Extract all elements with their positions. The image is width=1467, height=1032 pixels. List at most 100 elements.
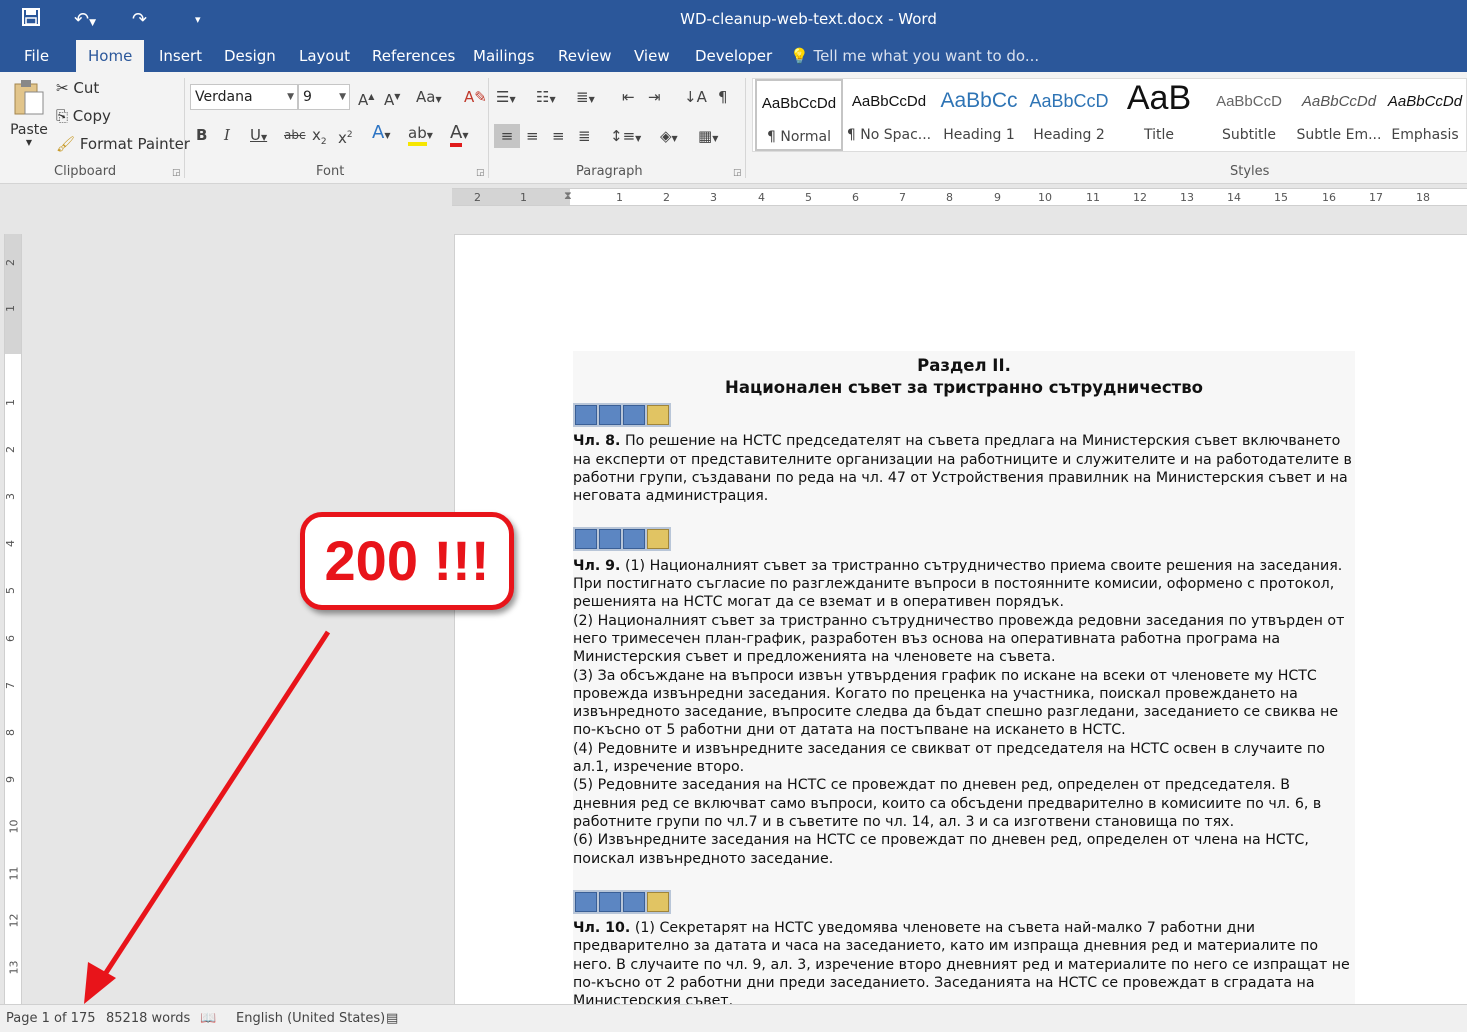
dialog-launcher-icon[interactable]: ◲ [476,168,485,178]
clear-formatting-icon[interactable]: A✎ [464,88,487,106]
italic-icon[interactable]: I [224,126,230,144]
window-title: WD-cleanup-web-text.docx - Word [680,10,937,28]
book-icon [599,891,621,912]
web-icon-bar [573,527,671,552]
language-indicator[interactable]: English (United States) [236,1011,385,1026]
tab-mailings[interactable]: Mailings [461,40,546,72]
change-case-icon[interactable]: Aa▼ [416,88,442,109]
font-family-select[interactable]: Verdana ▼ [190,84,298,110]
underline-icon[interactable]: U▼ [250,126,267,147]
compare-icon [623,405,645,425]
document-body[interactable]: Раздел II. Национален съвет за тристранн… [573,351,1355,1004]
article-10: Чл. 10. (1) Секретарят на НСТС уведомява… [573,920,1350,1004]
cut-button[interactable]: ✂ Cut [56,79,99,97]
show-formatting-icon[interactable]: ¶ [718,88,728,106]
line-spacing-icon[interactable]: ↕≡▼ [610,127,641,148]
tab-review[interactable]: Review [546,40,624,72]
word-count[interactable]: 85218 words [106,1011,190,1026]
ribbon-home: Paste ▼ ✂ Cut ⎘ Copy 🖌 Format Painter Cl… [0,72,1467,184]
increase-indent-icon[interactable]: ⇥ [648,88,661,106]
edit-icon [647,891,669,912]
styles-gallery: AaBbCcDd ¶ Normal AaBbCcDd ¶ No Spac... … [752,78,1467,152]
dialog-launcher-icon[interactable]: ◲ [733,168,742,178]
lightbulb-icon: 💡 [790,47,809,65]
style-heading-2[interactable]: AaBbCcD Heading 2 [1025,79,1113,151]
shading-icon[interactable]: ◈▼ [660,127,678,148]
sort-icon[interactable]: ↓A [684,88,707,106]
subscript-icon[interactable]: x2 [312,126,327,151]
style-normal[interactable]: AaBbCcDd ¶ Normal [755,79,843,151]
font-group-label: Font [316,164,345,179]
borders-icon[interactable]: ▦▼ [698,127,718,148]
align-right-icon[interactable]: ≡ [552,127,565,145]
format-painter-button[interactable]: 🖌 Format Painter [56,135,190,153]
style-no-spacing[interactable]: AaBbCcDd ¶ No Spac... [845,79,933,151]
font-color-icon[interactable]: A▼ [450,122,468,147]
document-icon [575,405,597,425]
ruler-margin [452,189,570,205]
align-center-icon[interactable]: ≡ [526,127,539,145]
paste-button[interactable]: Paste ▼ [8,78,50,156]
style-heading-1[interactable]: AaBbCc Heading 1 [935,79,1023,151]
horizontal-ruler[interactable]: 2 1 1 2 3 4 5 6 7 8 9 10 11 12 13 14 15 … [452,188,1467,206]
copy-button[interactable]: ⎘ Copy [56,107,111,125]
numbering-icon[interactable]: ☷▼ [536,88,556,109]
document-icon [575,891,597,912]
ribbon-tabs: File Home Insert Design Layout Reference… [0,40,1467,72]
decrease-indent-icon[interactable]: ⇤ [622,88,635,106]
tab-layout[interactable]: Layout [287,40,362,72]
shrink-font-icon[interactable]: A▼ [384,88,400,109]
tab-file[interactable]: File [12,40,61,72]
tab-insert[interactable]: Insert [147,40,214,72]
vertical-ruler[interactable]: 2 1 1 2 3 4 5 6 7 8 9 10 11 12 13 [4,234,22,1004]
strikethrough-icon[interactable]: abc [284,126,306,144]
title-bar: ↶▼ ↷ ▾ WD-cleanup-web-text.docx - Word [0,0,1467,40]
chevron-down-icon: ▼ [25,138,33,147]
document-icon [575,529,597,550]
indent-marker-icon[interactable]: ⧗ [564,189,572,203]
article-9-p3: (3) За обсъждане на въпроси извън утвърд… [573,667,1339,739]
style-subtitle[interactable]: AaBbCcD Subtitle [1205,79,1293,151]
book-icon [599,529,621,550]
clipboard-group-label: Clipboard [54,164,117,179]
justify-icon[interactable]: ≣ [578,127,591,145]
tab-view[interactable]: View [622,40,682,72]
superscript-icon[interactable]: x2 [338,126,353,147]
article-9-p5: (5) Редовните заседания на НСТС се прове… [573,777,1322,830]
paragraph-group-label: Paragraph [576,164,643,179]
page-count[interactable]: Page 1 of 175 [6,1011,95,1026]
style-emphasis[interactable]: AaBbCcDd Emphasis [1381,79,1467,151]
highlight-icon[interactable]: ab▼ [408,124,433,146]
web-icon-bar [573,889,671,914]
compare-icon [623,529,645,550]
align-left-icon[interactable]: ≡ [494,124,520,148]
copy-icon: ⎘ [56,107,69,125]
tell-me-search[interactable]: 💡 Tell me what you want to do... [790,40,1039,72]
text-effects-icon[interactable]: A▼ [372,124,390,145]
compare-icon [623,891,645,912]
divider [745,78,746,178]
document-page[interactable]: Раздел II. Национален съвет за тристранн… [454,234,1467,1004]
font-size-select[interactable]: 9 ▼ [298,84,350,110]
style-title[interactable]: AaB Title [1115,79,1203,151]
style-subtle-emphasis[interactable]: AaBbCcDd Subtle Em... [1295,79,1383,151]
annotation-callout: 200 !!! [300,512,514,610]
tab-design[interactable]: Design [212,40,288,72]
multilevel-list-icon[interactable]: ≣▼ [576,88,595,109]
arrow-shaft [95,630,331,987]
edit-icon [647,405,669,425]
divider [488,78,489,178]
dialog-launcher-icon[interactable]: ◲ [172,168,181,178]
proofing-icon[interactable]: 📖 [200,1011,216,1026]
macro-recording-icon[interactable]: ▤ [386,1011,398,1026]
section-heading: Раздел II. Национален съвет за тристранн… [725,356,1203,397]
grow-font-icon[interactable]: A▲ [358,88,374,109]
tab-home[interactable]: Home [76,40,144,72]
bold-icon[interactable]: B [196,126,207,144]
article-9: Чл. 9. (1) Националният съвет за тристра… [573,557,1343,611]
tab-references[interactable]: References [360,40,467,72]
bullets-icon[interactable]: ☰▼ [496,88,516,109]
arrow-head [84,962,116,1004]
tab-developer[interactable]: Developer [683,40,784,72]
book-icon [599,405,621,425]
